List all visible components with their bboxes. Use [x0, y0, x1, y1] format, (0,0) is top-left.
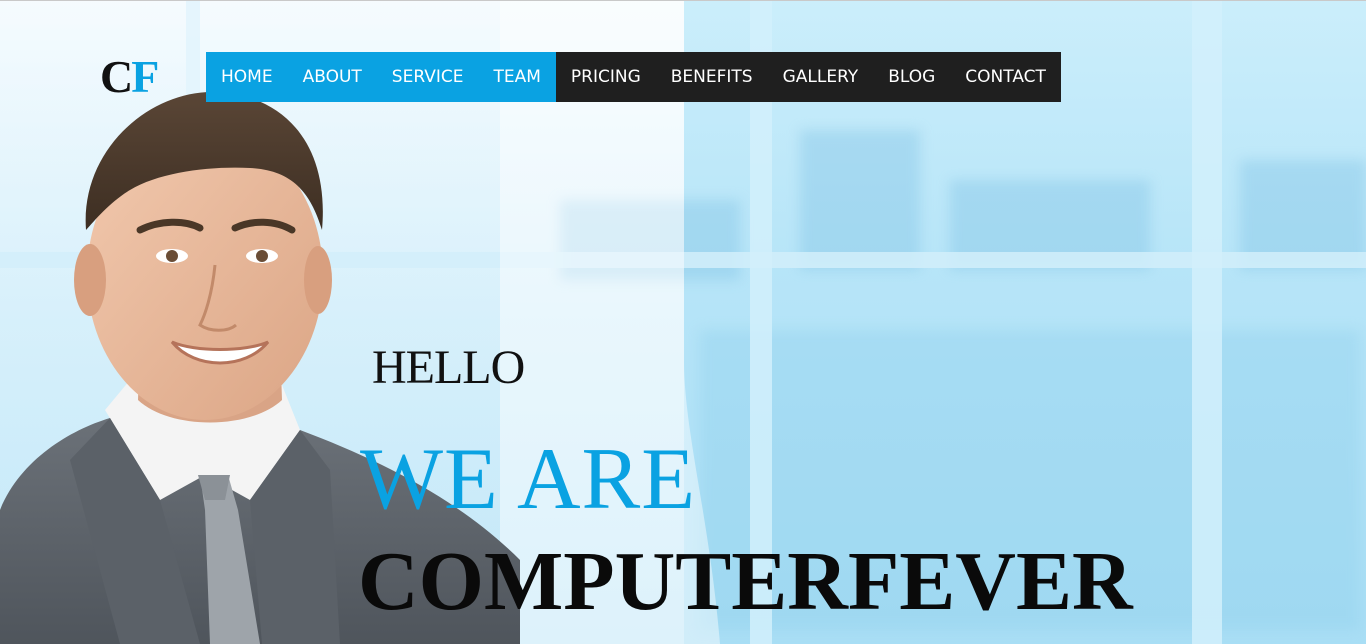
nav-item-gallery[interactable]: GALLERY [768, 52, 874, 102]
hero-page: CF HOME ABOUT SERVICE TEAM PRICING BENEF… [0, 0, 1366, 644]
nav-item-contact[interactable]: CONTACT [950, 52, 1061, 102]
nav-item-service[interactable]: SERVICE [377, 52, 479, 102]
nav-item-pricing[interactable]: PRICING [556, 52, 656, 102]
nav-item-blog[interactable]: BLOG [873, 52, 950, 102]
nav-secondary-group: PRICING BENEFITS GALLERY BLOG CONTACT [555, 52, 1061, 102]
hero-headline-brand: COMPUTERFEVER [358, 535, 1133, 628]
logo-letter-c: C [100, 51, 133, 102]
nav-item-benefits[interactable]: BENEFITS [656, 52, 768, 102]
site-logo[interactable]: CF [100, 51, 159, 102]
nav-item-home[interactable]: HOME [206, 52, 288, 102]
nav-item-team[interactable]: TEAM [478, 52, 555, 102]
nav-primary-group: HOME ABOUT SERVICE TEAM [206, 52, 556, 102]
background-city-blur [800, 130, 920, 270]
hero-greeting: HELLO [372, 341, 525, 394]
hero-headline-line1: WE ARE [360, 431, 696, 528]
window-frame [1192, 1, 1222, 644]
logo-letter-f: F [131, 51, 159, 102]
main-navigation: HOME ABOUT SERVICE TEAM PRICING BENEFITS… [206, 52, 1061, 102]
nav-item-about[interactable]: ABOUT [288, 52, 377, 102]
